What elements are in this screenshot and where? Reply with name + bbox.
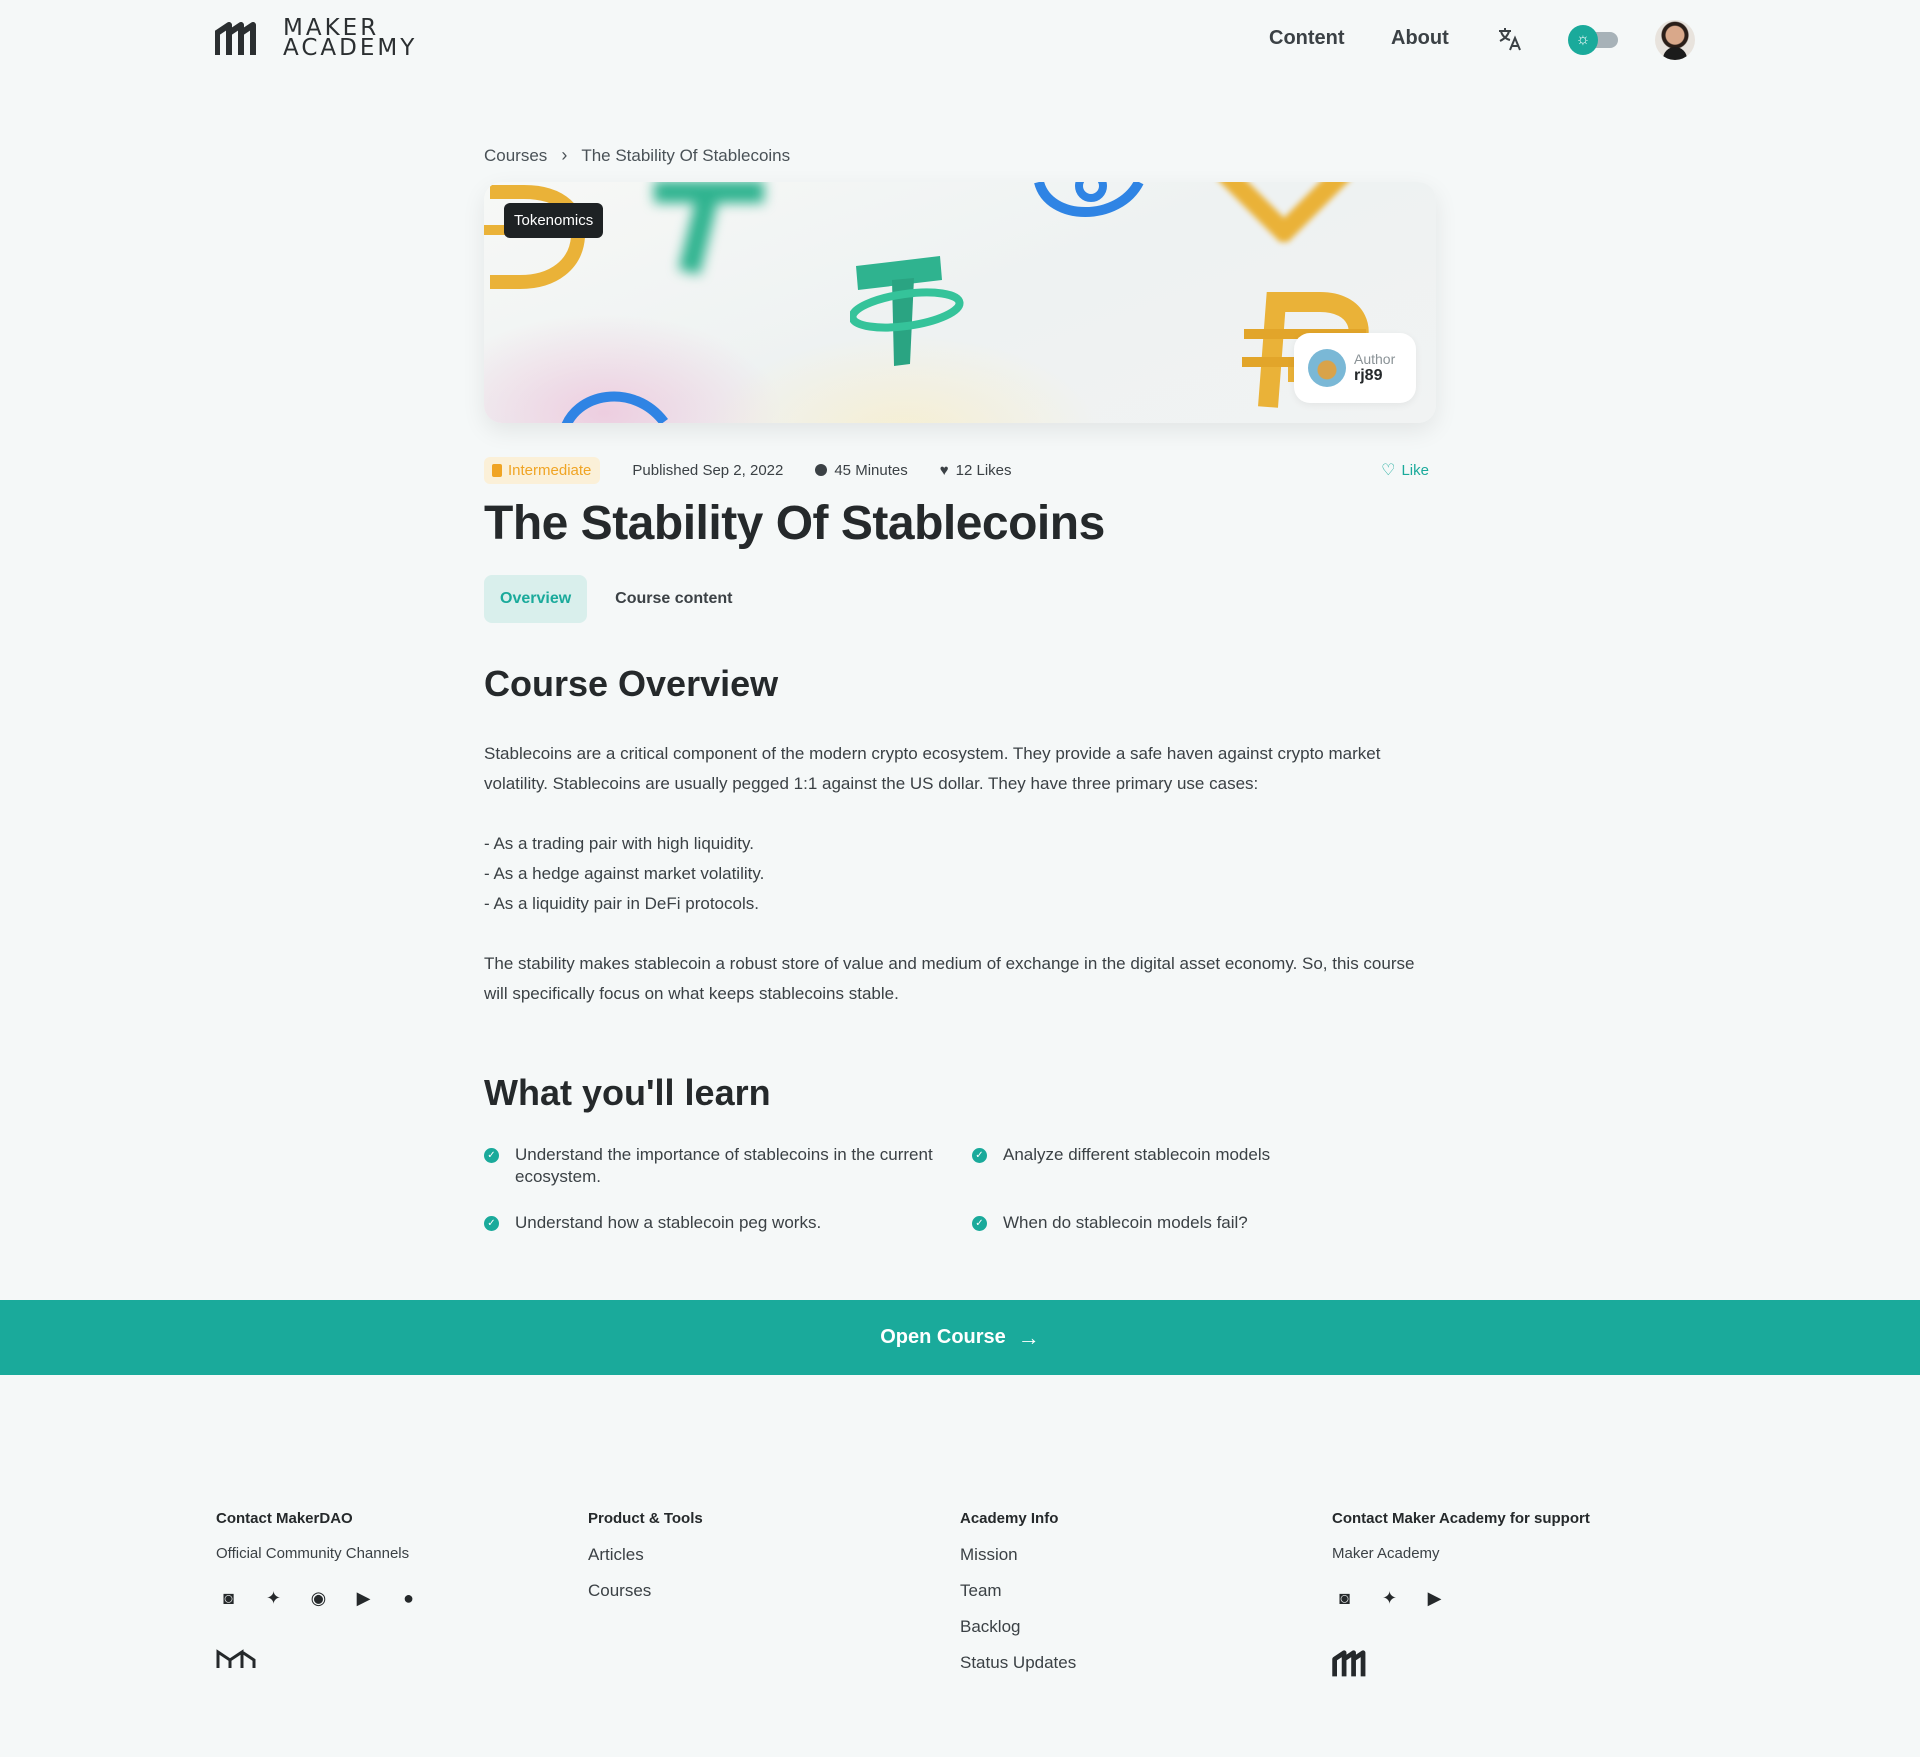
open-course-button[interactable]: Open Course →	[0, 1300, 1920, 1375]
social-links: ◙ ✦ ◉ ▶ ●	[216, 1588, 421, 1608]
footer-link-courses[interactable]: Courses	[588, 1581, 703, 1601]
gold-coin-blur-icon	[1219, 182, 1349, 242]
check-circle-icon: ✓	[484, 1216, 499, 1231]
sun-icon: ☼	[1568, 25, 1598, 55]
footer-academy-info: Academy Info Mission Team Backlog Status…	[960, 1510, 1076, 1689]
published-date: Published Sep 2, 2022	[632, 462, 783, 479]
footer-link-backlog[interactable]: Backlog	[960, 1617, 1076, 1637]
category-tag[interactable]: Tokenomics	[504, 203, 604, 238]
footer-heading: Contact Maker Academy for support	[1332, 1510, 1590, 1527]
usdc-coin-icon	[1034, 182, 1144, 217]
like-label: Like	[1401, 461, 1429, 479]
discord-icon[interactable]: ◙	[216, 1588, 241, 1608]
learn-item: ✓ Understand the importance of stablecoi…	[484, 1144, 944, 1188]
breadcrumb: Courses › The Stability Of Stablecoins	[484, 145, 790, 166]
breadcrumb-courses[interactable]: Courses	[484, 146, 547, 166]
duration-label: 45 Minutes	[834, 461, 908, 479]
github-icon[interactable]: ●	[396, 1588, 421, 1608]
arrow-right-icon: →	[1017, 1324, 1040, 1350]
footer-subheading: Official Community Channels	[216, 1545, 410, 1562]
footer-link-mission[interactable]: Mission	[960, 1545, 1076, 1565]
course-tabs: Overview Course content	[484, 575, 749, 623]
youtube-icon[interactable]: ▶	[1422, 1588, 1447, 1608]
likes-count: ♥ 12 Likes	[940, 462, 1012, 479]
likes-label: 12 Likes	[955, 461, 1012, 479]
footer-product-tools: Product & Tools Articles Courses	[588, 1510, 703, 1617]
course-meta: Intermediate Published Sep 2, 2022 45 Mi…	[484, 456, 1436, 484]
maker-academy-footer-logo-icon[interactable]	[1332, 1648, 1372, 1678]
footer-subheading: Maker Academy	[1332, 1545, 1440, 1562]
duration: 45 Minutes	[815, 461, 908, 479]
learn-item-text: When do stablecoin models fail?	[1003, 1213, 1248, 1232]
dai-coin-icon	[484, 185, 586, 289]
footer-heading: Academy Info	[960, 1510, 1059, 1527]
social-links: ◙ ✦ ▶	[1332, 1588, 1590, 1608]
nav-about-link[interactable]: About	[1391, 27, 1449, 50]
open-course-label: Open Course	[880, 1326, 1006, 1348]
heart-icon: ♥	[939, 461, 949, 479]
maker-logo-icon	[215, 22, 256, 55]
author-name: rj89	[1354, 367, 1383, 384]
heart-outline-icon: ♡	[1381, 462, 1396, 479]
author-label: Author	[1354, 351, 1396, 367]
use-case-item: - As a trading pair with high liquidity.	[484, 834, 754, 853]
footer-contact-makerdao: Contact MakerDAO Official Community Chan…	[216, 1510, 421, 1675]
overview-heading: Course Overview	[484, 663, 779, 704]
tether-coin-icon	[850, 256, 964, 366]
course-hero-image: Tokenomics Author rj89	[484, 182, 1436, 423]
check-circle-icon: ✓	[972, 1148, 987, 1163]
theme-toggle[interactable]: ☼	[1568, 25, 1618, 55]
learn-item: ✓ Understand how a stablecoin peg works.	[484, 1212, 821, 1234]
discord-icon[interactable]: ◙	[1332, 1588, 1357, 1608]
footer-heading: Contact MakerDAO	[216, 1510, 353, 1527]
usdc-coin-bottom-icon	[561, 391, 668, 423]
tab-course-content[interactable]: Course content	[599, 575, 748, 623]
check-circle-icon: ✓	[972, 1216, 987, 1231]
learn-item: ✓ When do stablecoin models fail?	[972, 1212, 1248, 1234]
reddit-icon[interactable]: ◉	[306, 1588, 331, 1608]
like-button[interactable]: ♡ Like	[1381, 460, 1429, 480]
learn-item-text: Understand how a stablecoin peg works.	[515, 1213, 822, 1232]
footer-link-status-updates[interactable]: Status Updates	[960, 1653, 1076, 1673]
published-label: Published Sep 2, 2022	[632, 461, 784, 479]
twitter-icon[interactable]: ✦	[261, 1588, 286, 1608]
chevron-right-icon: ›	[561, 145, 568, 165]
overview-intro: Stablecoins are a critical component of …	[484, 744, 1381, 793]
logo-text-academy: ACADEMY	[283, 35, 418, 61]
top-navbar: MAKER ACADEMY Content About ☼	[0, 0, 1920, 80]
course-title: The Stability Of Stablecoins	[484, 497, 1105, 550]
learn-item-text: Analyze different stablecoin models	[1003, 1145, 1271, 1164]
stopwatch-icon	[815, 464, 828, 476]
translate-icon[interactable]	[1497, 26, 1523, 59]
breadcrumb-current: The Stability Of Stablecoins	[581, 145, 791, 165]
youtube-icon[interactable]: ▶	[351, 1588, 376, 1608]
learn-item: ✓ Analyze different stablecoin models	[972, 1144, 1270, 1166]
user-avatar[interactable]	[1655, 20, 1695, 60]
footer-heading: Product & Tools	[588, 1510, 703, 1527]
level-badge: Intermediate	[484, 456, 601, 484]
tab-overview[interactable]: Overview	[484, 575, 588, 623]
use-case-list: - As a trading pair with high liquidity.…	[484, 829, 1424, 919]
footer-link-articles[interactable]: Articles	[588, 1545, 703, 1565]
author-card[interactable]: Author rj89	[1294, 333, 1416, 403]
makerdao-logo-icon[interactable]	[216, 1648, 256, 1670]
footer-contact-support: Contact Maker Academy for support Maker …	[1332, 1510, 1590, 1683]
twitter-icon[interactable]: ✦	[1377, 1588, 1402, 1608]
tether-coin-blur-icon	[654, 182, 764, 275]
overview-closing: The stability makes stablecoin a robust …	[484, 954, 1415, 1003]
learn-item-text: Understand the importance of stablecoins…	[515, 1145, 933, 1186]
learn-heading: What you'll learn	[484, 1072, 771, 1113]
maker-academy-logo[interactable]: MAKER ACADEMY	[215, 17, 418, 61]
level-label: Intermediate	[508, 461, 592, 479]
check-circle-icon: ✓	[484, 1148, 499, 1163]
nav-content-link[interactable]: Content	[1269, 27, 1345, 50]
author-avatar	[1308, 349, 1346, 387]
use-case-item: - As a hedge against market volatility.	[484, 864, 765, 883]
footer-link-team[interactable]: Team	[960, 1581, 1076, 1601]
document-icon	[492, 463, 502, 477]
use-case-item: - As a liquidity pair in DeFi protocols.	[484, 894, 759, 913]
